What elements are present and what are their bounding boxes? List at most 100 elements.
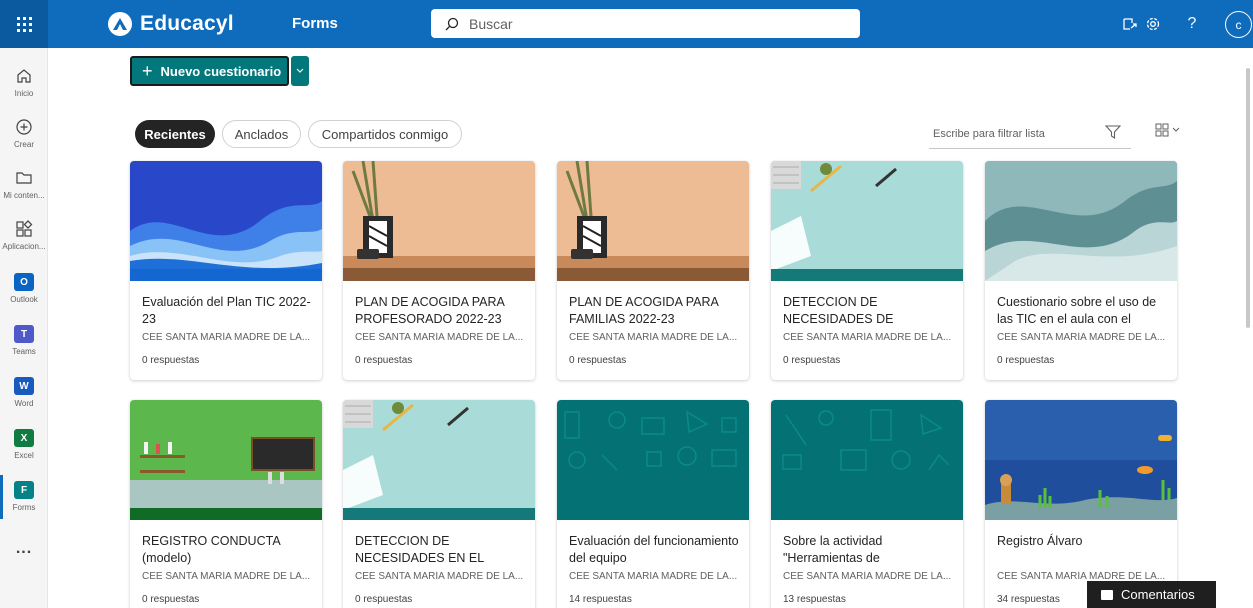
rail-label: Outlook — [10, 295, 38, 304]
excel-icon: X — [14, 428, 34, 448]
avatar[interactable]: c — [1225, 11, 1252, 38]
waffle-icon — [16, 16, 32, 32]
filter-input[interactable]: Escribe para filtrar lista — [929, 119, 1131, 149]
chevron-down-icon — [1172, 127, 1180, 132]
rail-label: Aplicacion... — [2, 242, 46, 251]
scrollbar-thumb[interactable] — [1246, 68, 1250, 328]
card-owner: CEE SANTA MARÍA MADRE DE LA... — [997, 332, 1166, 343]
filter-icon — [1105, 125, 1121, 139]
rail-item-crear[interactable]: Crear — [0, 109, 48, 159]
card-thumbnail — [771, 400, 963, 520]
plus-icon: + — [142, 61, 153, 81]
card-title: PLAN DE ACOGIDA PARA FAMILIAS 2022-23 — [569, 295, 719, 326]
form-card[interactable]: Registro Álvaro CEE SANTA MARÍA MADRE DE… — [985, 400, 1177, 608]
card-title: Registro Álvaro — [997, 534, 1083, 548]
card-title: PLAN DE ACOGIDA PARA PROFESORADO 2022-23 — [355, 295, 505, 326]
rail-label: Forms — [12, 503, 36, 512]
card-thumbnail — [771, 161, 963, 281]
left-rail: Inicio Crear Mi conten... Aplicacion... … — [0, 48, 48, 608]
card-title: Evaluación del Plan TIC 2022-23 — [142, 295, 311, 326]
new-form-dropdown-button[interactable] — [291, 56, 309, 86]
rail-item-forms[interactable]: F Forms — [0, 472, 48, 522]
rail-item-teams[interactable]: T Teams — [0, 316, 48, 366]
outlook-icon: O — [14, 272, 34, 292]
card-responses: 0 respuestas — [997, 355, 1055, 366]
card-responses: 13 respuestas — [783, 594, 846, 605]
card-title: Cuestionario sobre el uso de las TIC en … — [997, 295, 1157, 326]
card-owner: CEE SANTA MARÍA MADRE DE LA... — [355, 332, 524, 343]
card-title: Evaluación del funcionamiento del equipo — [569, 534, 739, 565]
add-circle-icon — [14, 117, 34, 137]
card-thumbnail — [343, 161, 535, 281]
brand-name: Educacyl — [140, 12, 234, 35]
comment-icon — [1101, 589, 1113, 600]
tab-compartidos[interactable]: Compartidos conmigo — [308, 120, 462, 148]
rail-label: Teams — [12, 347, 36, 356]
card-responses: 0 respuestas — [783, 355, 841, 366]
form-card[interactable]: PLAN DE ACOGIDA PARA PROFESORADO 2022-23… — [343, 161, 535, 380]
apps-icon — [14, 219, 34, 239]
vertical-scrollbar[interactable] — [1245, 56, 1251, 328]
form-card[interactable]: Evaluación del Plan TIC 2022-23 CEE SANT… — [130, 161, 322, 380]
rail-item-excel[interactable]: X Excel — [0, 420, 48, 470]
card-thumbnail — [130, 400, 322, 520]
more-icon: ... — [15, 540, 33, 557]
new-form-button[interactable]: + Nuevo cuestionario — [130, 56, 289, 86]
form-card[interactable]: DETECCION DE NECESIDADES DE CEE SANTA MA… — [771, 161, 963, 380]
card-thumbnail — [557, 400, 749, 520]
gear-icon — [1146, 17, 1160, 31]
card-title: REGISTRO CONDUCTA (modelo) — [142, 534, 280, 565]
card-title: DETECCION DE NECESIDADES DE — [783, 295, 894, 326]
card-title: Sobre la actividad "Herramientas de — [783, 534, 883, 565]
app-name-link[interactable]: Forms — [292, 0, 338, 48]
settings-button[interactable] — [1133, 0, 1173, 48]
search-icon — [445, 17, 459, 30]
form-card[interactable]: Cuestionario sobre el uso de las TIC en … — [985, 161, 1177, 380]
card-owner: CEE SANTA MARÍA MADRE DE LA... — [783, 332, 952, 343]
card-thumbnail — [985, 400, 1177, 520]
card-owner: CEE SANTA MARÍA MADRE DE LA... — [355, 571, 524, 582]
view-switcher-button[interactable] — [1155, 123, 1180, 137]
rail-label: Inicio — [14, 89, 34, 98]
forms-icon: F — [14, 480, 34, 500]
educacyl-logo-icon — [108, 12, 132, 36]
rail-item-inicio[interactable]: Inicio — [0, 58, 48, 108]
card-responses: 0 respuestas — [142, 594, 200, 605]
card-owner: CEE SANTA MARÍA MADRE DE LA... — [142, 332, 311, 343]
card-responses: 0 respuestas — [355, 355, 413, 366]
help-button[interactable]: ? — [1172, 0, 1212, 48]
feedback-label: Comentarios — [1121, 587, 1195, 602]
card-owner: CEE SANTA MARÍA MADRE DE LA... — [783, 571, 952, 582]
teams-icon: T — [14, 324, 34, 344]
rail-label: Excel — [14, 451, 34, 460]
filter-placeholder: Escribe para filtrar lista — [933, 127, 1045, 140]
form-card[interactable]: Sobre la actividad "Herramientas de CEE … — [771, 400, 963, 608]
card-responses: 34 respuestas — [997, 594, 1060, 605]
card-responses: 14 respuestas — [569, 594, 632, 605]
card-responses: 0 respuestas — [142, 355, 200, 366]
folder-icon — [14, 168, 34, 188]
card-thumbnail — [557, 161, 749, 281]
search-placeholder: Buscar — [469, 15, 513, 32]
search-input[interactable]: Buscar — [431, 9, 860, 38]
rail-label: Mi conten... — [3, 191, 45, 200]
form-card[interactable]: DETECCION DE NECESIDADES EN EL CEE SANTA… — [343, 400, 535, 608]
form-card[interactable]: PLAN DE ACOGIDA PARA FAMILIAS 2022-23 CE… — [557, 161, 749, 380]
feedback-button[interactable]: Comentarios — [1087, 581, 1216, 608]
card-owner: CEE SANTA MARÍA MADRE DE LA... — [142, 571, 311, 582]
rail-label: Crear — [13, 140, 34, 149]
rail-item-aplicaciones[interactable]: Aplicacion... — [0, 211, 48, 261]
more-apps-button[interactable]: ... — [0, 536, 48, 586]
rail-item-mi-contenido[interactable]: Mi conten... — [0, 160, 48, 210]
rail-item-outlook[interactable]: O Outlook — [0, 264, 48, 314]
brand-logo-link[interactable]: Educacyl — [108, 12, 234, 36]
tab-anclados[interactable]: Anclados — [222, 120, 301, 148]
form-card[interactable]: REGISTRO CONDUCTA (modelo) CEE SANTA MAR… — [130, 400, 322, 608]
tab-recientes[interactable]: Recientes — [135, 120, 215, 148]
rail-item-word[interactable]: W Word — [0, 368, 48, 418]
app-launcher-button[interactable] — [0, 0, 48, 48]
card-thumbnail — [343, 400, 535, 520]
form-card[interactable]: Evaluación del funcionamiento del equipo… — [557, 400, 749, 608]
card-owner: CEE SANTA MARÍA MADRE DE LA... — [569, 571, 738, 582]
card-responses: 0 respuestas — [355, 594, 413, 605]
